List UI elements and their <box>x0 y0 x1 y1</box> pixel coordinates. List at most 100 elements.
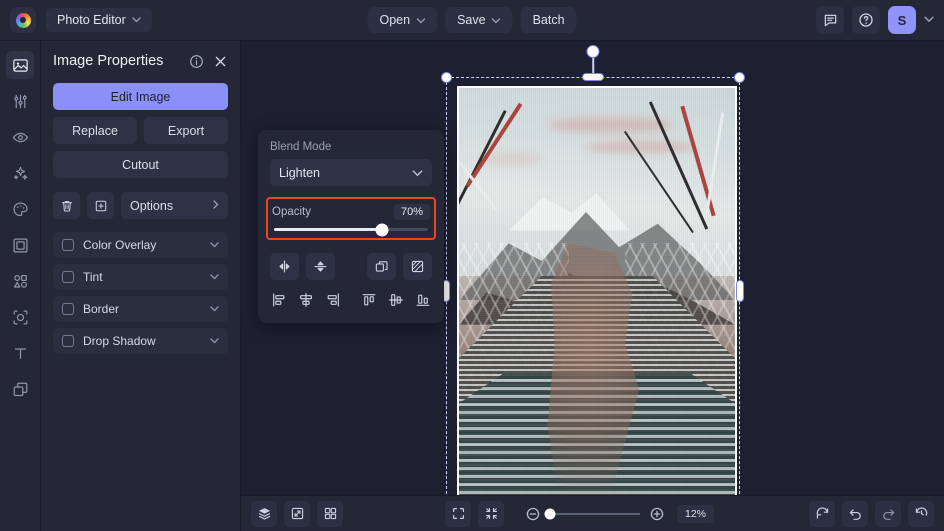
zoom-in-icon[interactable] <box>647 504 667 524</box>
effect-row-drop-shadow[interactable]: Drop Shadow <box>53 328 228 354</box>
export-button[interactable]: Export <box>144 117 228 144</box>
redo-icon[interactable] <box>875 501 901 527</box>
effects-list: Color Overlay Tint Border Drop Shadow <box>53 232 228 354</box>
sidebar-item-shapes[interactable] <box>6 267 34 295</box>
avatar[interactable]: S <box>888 6 916 34</box>
chevron-down-icon[interactable] <box>210 304 219 315</box>
color-wheel-logo-icon <box>16 13 31 28</box>
app-logo[interactable] <box>10 7 36 33</box>
resize-handle-top[interactable] <box>582 73 604 81</box>
effect-label: Color Overlay <box>83 238 210 252</box>
align-middle-vertical-icon[interactable] <box>387 289 405 311</box>
help-icon[interactable] <box>852 6 880 34</box>
drop-shadow-checkbox[interactable] <box>62 335 74 347</box>
opacity-slider-knob[interactable] <box>375 223 388 236</box>
layers-icon[interactable] <box>251 501 277 527</box>
avatar-chevron-down-icon[interactable] <box>924 15 934 26</box>
chevron-down-icon <box>132 15 141 26</box>
align-bottom-icon[interactable] <box>414 289 432 311</box>
left-tool-rail <box>0 41 41 531</box>
opacity-highlight-annotation: Opacity 70% <box>266 197 436 240</box>
blend-mode-value: Lighten <box>279 166 320 180</box>
chevron-down-icon[interactable] <box>210 272 219 283</box>
page-title: Image Properties <box>53 53 163 69</box>
open-button-label: Open <box>379 13 410 27</box>
blend-mode-select[interactable]: Lighten <box>270 159 432 186</box>
options-button[interactable]: Options <box>121 192 228 219</box>
zoom-slider[interactable] <box>550 513 640 515</box>
close-icon[interactable] <box>213 54 228 69</box>
cutout-button[interactable]: Cutout <box>53 151 228 178</box>
app-name-label: Photo Editor <box>57 13 126 27</box>
flip-horizontal-icon[interactable] <box>270 253 299 280</box>
panel-header-icons <box>189 54 228 69</box>
align-top-icon[interactable] <box>360 289 378 311</box>
zoom-level-value[interactable]: 12% <box>677 505 714 523</box>
app-name-chip[interactable]: Photo Editor <box>46 8 152 32</box>
zoom-out-icon[interactable] <box>523 504 543 524</box>
sidebar-item-frame[interactable] <box>6 231 34 259</box>
grid-icon[interactable] <box>317 501 343 527</box>
opacity-slider[interactable] <box>274 228 428 231</box>
sidebar-item-image[interactable] <box>6 51 34 79</box>
duplicate-layer-icon[interactable] <box>367 253 396 280</box>
cutout-row: Cutout <box>53 151 228 178</box>
effect-label: Tint <box>83 270 210 284</box>
resize-handle-top-right[interactable] <box>734 72 745 83</box>
toolbar-spacer <box>342 253 360 280</box>
trash-icon[interactable] <box>53 192 80 219</box>
info-icon[interactable] <box>189 54 204 69</box>
flip-vertical-icon[interactable] <box>306 253 335 280</box>
zoom-slider-knob[interactable] <box>545 508 556 519</box>
batch-button[interactable]: Batch <box>521 7 577 33</box>
tint-checkbox[interactable] <box>62 271 74 283</box>
effect-row-tint[interactable]: Tint <box>53 264 228 290</box>
rotate-handle[interactable] <box>587 45 600 58</box>
effect-row-border[interactable]: Border <box>53 296 228 322</box>
align-right-icon[interactable] <box>324 289 342 311</box>
chevron-down-icon[interactable] <box>210 240 219 251</box>
history-icon[interactable] <box>908 501 934 527</box>
replace-button[interactable]: Replace <box>53 117 137 144</box>
align-left-icon[interactable] <box>270 289 288 311</box>
border-checkbox[interactable] <box>62 303 74 315</box>
bottom-toolbar: 12% <box>241 495 944 531</box>
chevron-down-icon <box>412 166 423 180</box>
resize-handle-top-left[interactable] <box>441 72 452 83</box>
blend-mode-label: Blend Mode <box>270 141 432 153</box>
chevron-down-icon <box>416 13 425 27</box>
chevron-down-icon[interactable] <box>210 336 219 347</box>
save-button[interactable]: Save <box>445 7 513 33</box>
options-label: Options <box>130 199 173 213</box>
sidebar-item-effects[interactable] <box>6 159 34 187</box>
sidebar-item-palette[interactable] <box>6 195 34 223</box>
chevron-down-icon <box>492 13 501 27</box>
open-button[interactable]: Open <box>367 7 437 33</box>
opacity-value[interactable]: 70% <box>394 204 430 220</box>
feedback-icon[interactable] <box>816 6 844 34</box>
sidebar-item-eye[interactable] <box>6 123 34 151</box>
edit-image-button[interactable]: Edit Image <box>53 83 228 110</box>
duplicate-icon[interactable] <box>87 192 114 219</box>
effect-row-color-overlay[interactable]: Color Overlay <box>53 232 228 258</box>
color-overlay-checkbox[interactable] <box>62 239 74 251</box>
opacity-label: Opacity <box>272 206 311 218</box>
collapse-icon[interactable] <box>478 501 504 527</box>
align-center-horizontal-icon[interactable] <box>297 289 315 311</box>
sidebar-item-layers[interactable] <box>6 375 34 403</box>
undo-icon[interactable] <box>842 501 868 527</box>
canvas-area[interactable]: Blend Mode Lighten Opacity 70% <box>241 41 944 531</box>
fit-screen-icon[interactable] <box>445 501 471 527</box>
sidebar-item-text[interactable] <box>6 339 34 367</box>
reset-icon[interactable] <box>809 501 835 527</box>
selection-frame[interactable] <box>446 77 740 504</box>
resize-icon[interactable] <box>284 501 310 527</box>
mask-layer-icon[interactable] <box>403 253 432 280</box>
transform-tools-row <box>270 253 432 280</box>
sidebar-item-adjust[interactable] <box>6 87 34 115</box>
replace-export-row: Replace Export <box>53 117 228 144</box>
effect-label: Border <box>83 302 210 316</box>
opacity-header: Opacity 70% <box>272 204 430 220</box>
sidebar-item-mask[interactable] <box>6 303 34 331</box>
resize-handle-right[interactable] <box>736 280 744 302</box>
